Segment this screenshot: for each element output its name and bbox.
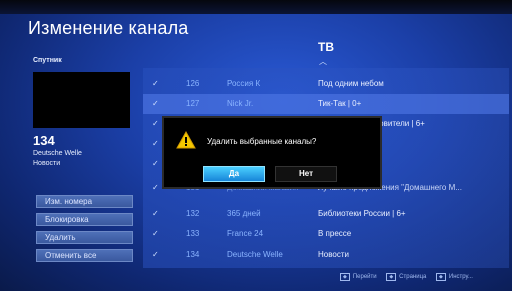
table-row[interactable]: ✓ 133 France 24 В прессе <box>143 224 509 244</box>
checkbox-icon[interactable]: ✓ <box>152 119 159 128</box>
channel-name: Deutsche Welle <box>227 250 283 259</box>
current-channel-name: Deutsche Welle <box>33 150 82 157</box>
table-row[interactable]: ✓ 127 Nick Jr. Тик-Так | 0+ <box>143 94 509 114</box>
checkbox-icon[interactable]: ✓ <box>152 159 159 168</box>
channel-name: 365 дней <box>227 209 261 218</box>
page-key-icon: ◆ <box>386 273 397 281</box>
bezel <box>0 0 512 14</box>
page-title: Изменение канала <box>28 18 189 38</box>
checkbox-icon[interactable]: ✓ <box>152 183 159 192</box>
change-number-button[interactable]: Изм. номера <box>36 195 133 208</box>
move-hint: Перейти <box>352 274 377 280</box>
lock-button[interactable]: Блокировка <box>36 213 133 226</box>
channel-number: 132 <box>186 209 200 218</box>
channel-name: France 24 <box>227 229 264 238</box>
channel-program: Под одним небом <box>318 79 384 88</box>
page-hint: Страница <box>399 274 427 280</box>
delete-button[interactable]: Удалить <box>36 231 133 244</box>
table-row[interactable]: ✓ 132 365 дней Библиотеки России | 6+ <box>143 204 509 224</box>
no-button[interactable]: Нет <box>275 166 337 182</box>
channel-program: Новости <box>318 250 349 259</box>
checkbox-icon[interactable]: ✓ <box>152 250 159 259</box>
list-title: ТВ <box>318 40 334 54</box>
yes-button[interactable]: Да <box>203 166 265 182</box>
channel-number: 134 <box>186 250 200 259</box>
checkbox-icon[interactable]: ✓ <box>152 79 159 88</box>
channel-program: Библиотеки России | 6+ <box>318 209 406 218</box>
tools-hint: Инстру... <box>448 274 473 280</box>
table-row[interactable]: ✓ 126 Россия К Под одним небом <box>143 74 509 94</box>
channel-name: Nick Jr. <box>227 99 254 108</box>
channel-preview <box>33 72 130 128</box>
channel-program: В прессе <box>318 229 352 238</box>
channel-number: 133 <box>186 229 200 238</box>
channel-number: 126 <box>186 79 200 88</box>
warning-icon <box>176 131 196 149</box>
tools-key-icon: ◆ <box>436 273 446 281</box>
table-row[interactable]: ✓ 134 Deutsche Welle Новости <box>143 245 509 265</box>
cancel-all-button[interactable]: Отменить все <box>36 249 133 262</box>
tv-screen: Изменение канала Спутник 134 Deutsche We… <box>0 0 512 291</box>
checkbox-icon[interactable]: ✓ <box>152 99 159 108</box>
channel-program: Тик-Так | 0+ <box>318 99 362 108</box>
checkbox-icon[interactable]: ✓ <box>152 209 159 218</box>
channel-number: 127 <box>186 99 200 108</box>
scroll-up-icon[interactable]: ︿ <box>319 56 327 67</box>
move-key-icon: ◆ <box>340 273 350 281</box>
checkbox-icon[interactable]: ✓ <box>152 229 159 238</box>
dialog-message: Удалить выбранные каналы? <box>207 137 317 146</box>
footer-hints: ◆ Перейти ◆ Страница ◆ Инстру... <box>340 273 481 281</box>
current-channel-program: Новости <box>33 160 61 167</box>
source-label: Спутник <box>33 57 62 64</box>
current-channel-number: 134 <box>33 133 55 148</box>
checkbox-icon[interactable]: ✓ <box>152 139 159 148</box>
confirm-dialog <box>162 116 382 189</box>
channel-name: Россия К <box>227 79 261 88</box>
